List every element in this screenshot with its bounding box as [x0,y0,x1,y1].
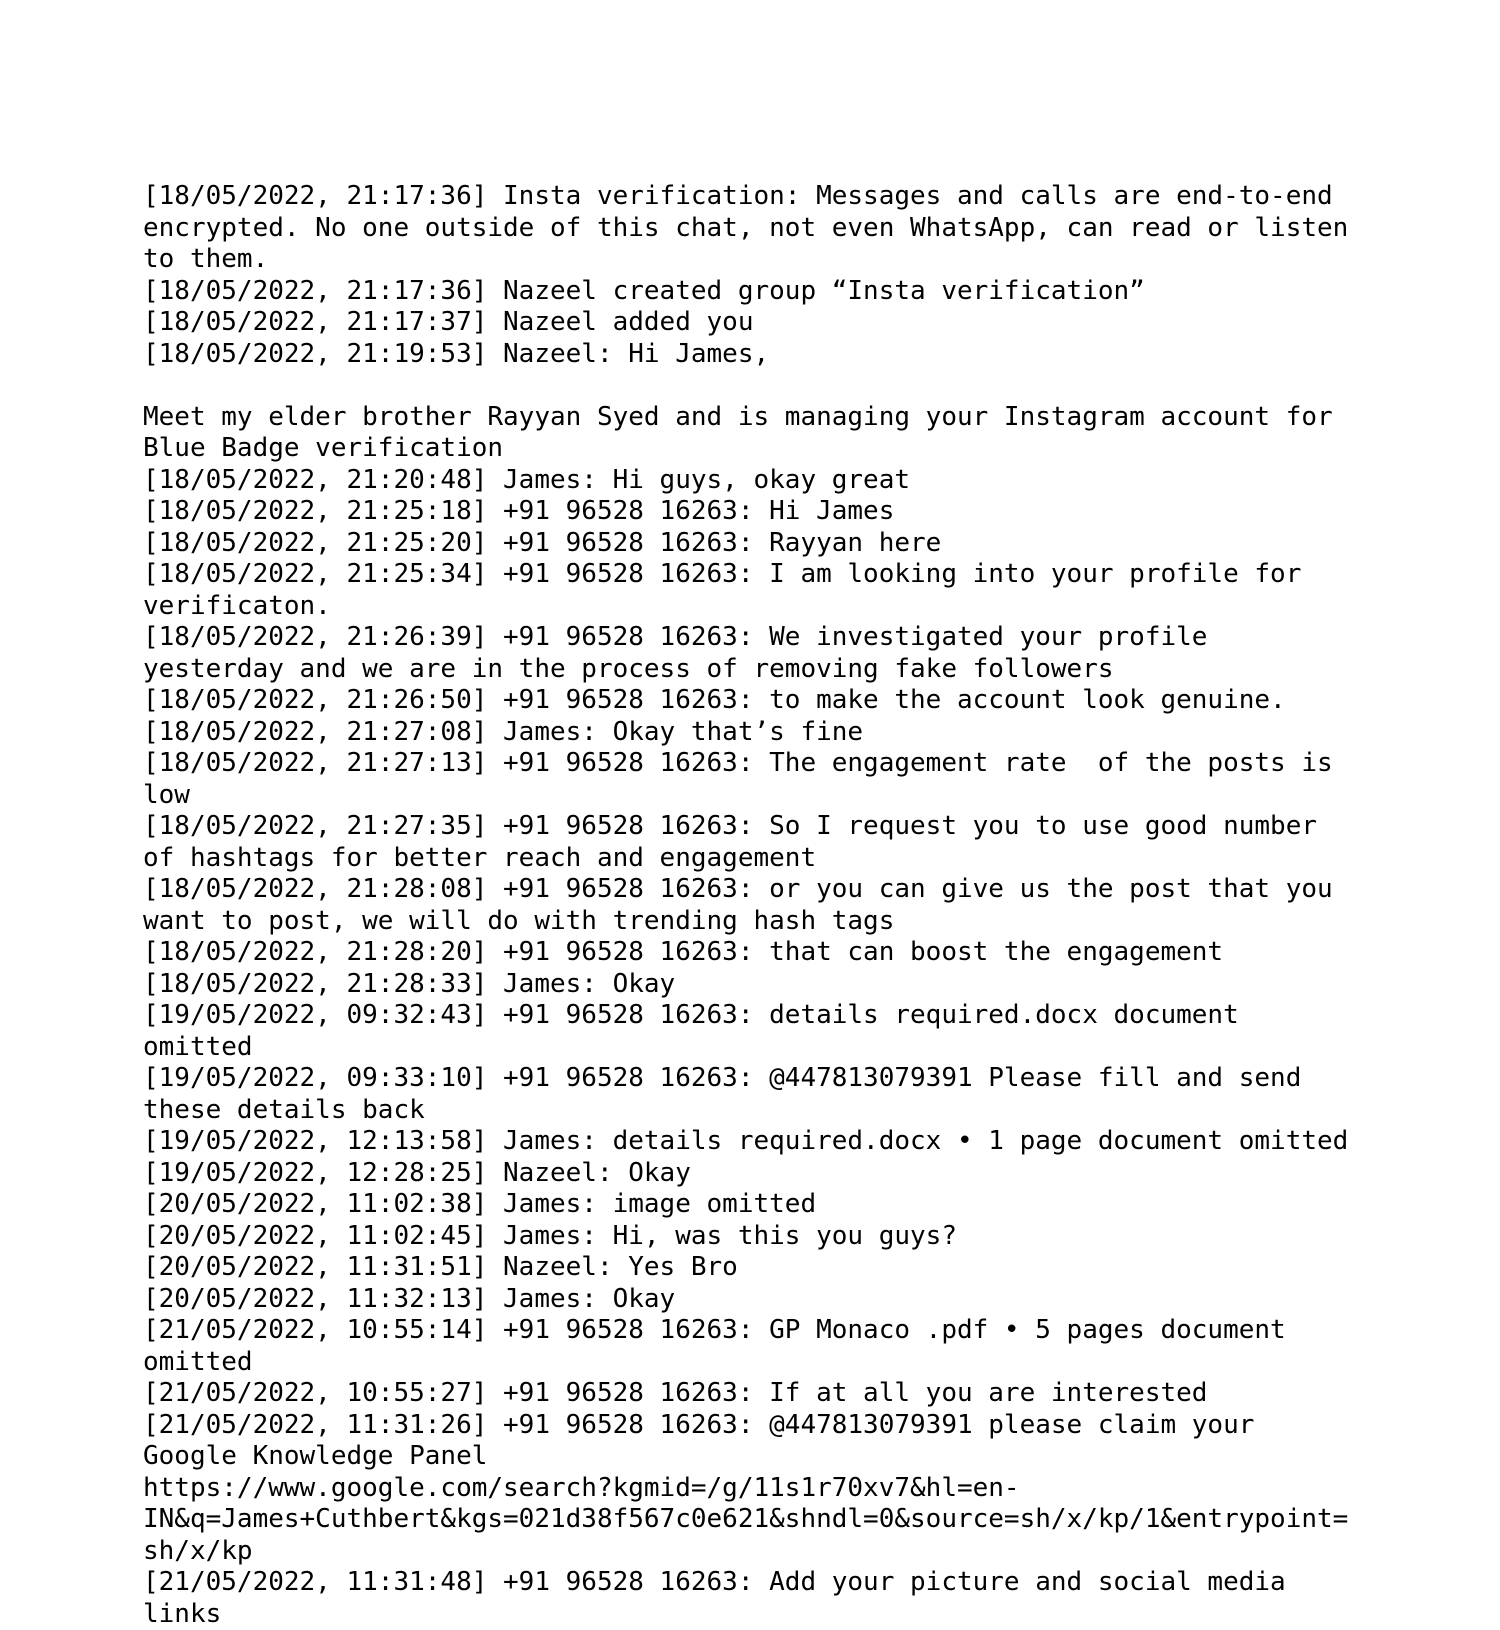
chat-transcript-body: [18/05/2022, 21:17:36] Insta verificatio… [143,181,1357,1630]
transcript-line: [18/05/2022, 21:19:53] Nazeel: Hi James, [143,338,770,369]
transcript-line: [18/05/2022, 21:28:33] James: Okay [143,968,676,999]
transcript-line: [19/05/2022, 09:32:43] +91 96528 16263: … [143,1000,1255,1062]
transcript-line: Meet my elder brother Rayyan Syed and is… [143,401,1349,464]
transcript-line: [21/05/2022, 11:31:26] +91 96528 16263: … [143,1409,1271,1472]
transcript-line: [18/05/2022, 21:25:18] +91 96528 16263: … [143,496,895,526]
transcript-line: [21/05/2022, 10:55:14] +91 96528 16263: … [143,1315,1302,1377]
transcript-line [143,370,1357,402]
transcript-line: [20/05/2022, 11:32:13] James: Okay [143,1283,676,1314]
transcript-line: [20/05/2022, 11:02:45] James: Hi, was th… [143,1220,957,1251]
transcript-line: [18/05/2022, 21:17:36] Insta verificatio… [143,181,1364,274]
transcript-line: [18/05/2022, 21:20:48] James: Hi guys, o… [143,464,911,495]
transcript-line: [18/05/2022, 21:17:36] Nazeel created gr… [143,275,1145,306]
transcript-line: [18/05/2022, 21:26:39] +91 96528 16263: … [143,622,1224,684]
transcript-line: [18/05/2022, 21:28:20] +91 96528 16263: … [143,937,1224,967]
transcript-line: [18/05/2022, 21:26:50] +91 96528 16263: … [143,685,1286,715]
transcript-line: [18/05/2022, 21:17:37] Nazeel added you [143,307,754,337]
transcript-line: [19/05/2022, 09:33:10] +91 96528 16263: … [143,1063,1318,1125]
transcript-line: [18/05/2022, 21:27:35] +91 96528 16263: … [143,811,1333,873]
transcript-line: [18/05/2022, 21:25:20] +91 96528 16263: … [143,527,942,558]
transcript-line: https://www.google.com/search?kgmid=/g/1… [143,1472,1349,1566]
transcript-line: [19/05/2022, 12:28:25] Nazeel: Okay [143,1157,691,1188]
transcript-line: [19/05/2022, 12:13:58] James: details re… [143,1126,1349,1156]
transcript-line: [20/05/2022, 11:02:38] James: image omit… [143,1189,817,1219]
transcript-line: [18/05/2022, 21:25:34] +91 96528 16263: … [143,559,1318,621]
transcript-line: [21/05/2022, 10:55:27] +91 96528 16263: … [143,1378,1208,1408]
transcript-line: [18/05/2022, 21:28:08] +91 96528 16263: … [143,874,1349,936]
transcript-line: [18/05/2022, 21:27:08] James: Okay that’… [143,716,864,747]
transcript-line: [21/05/2022, 11:31:48] +91 96528 16263: … [143,1567,1302,1629]
transcript-line: [20/05/2022, 11:31:51] Nazeel: Yes Bro [143,1252,738,1282]
transcript-line: [18/05/2022, 21:27:13] +91 96528 16263: … [143,748,1349,810]
